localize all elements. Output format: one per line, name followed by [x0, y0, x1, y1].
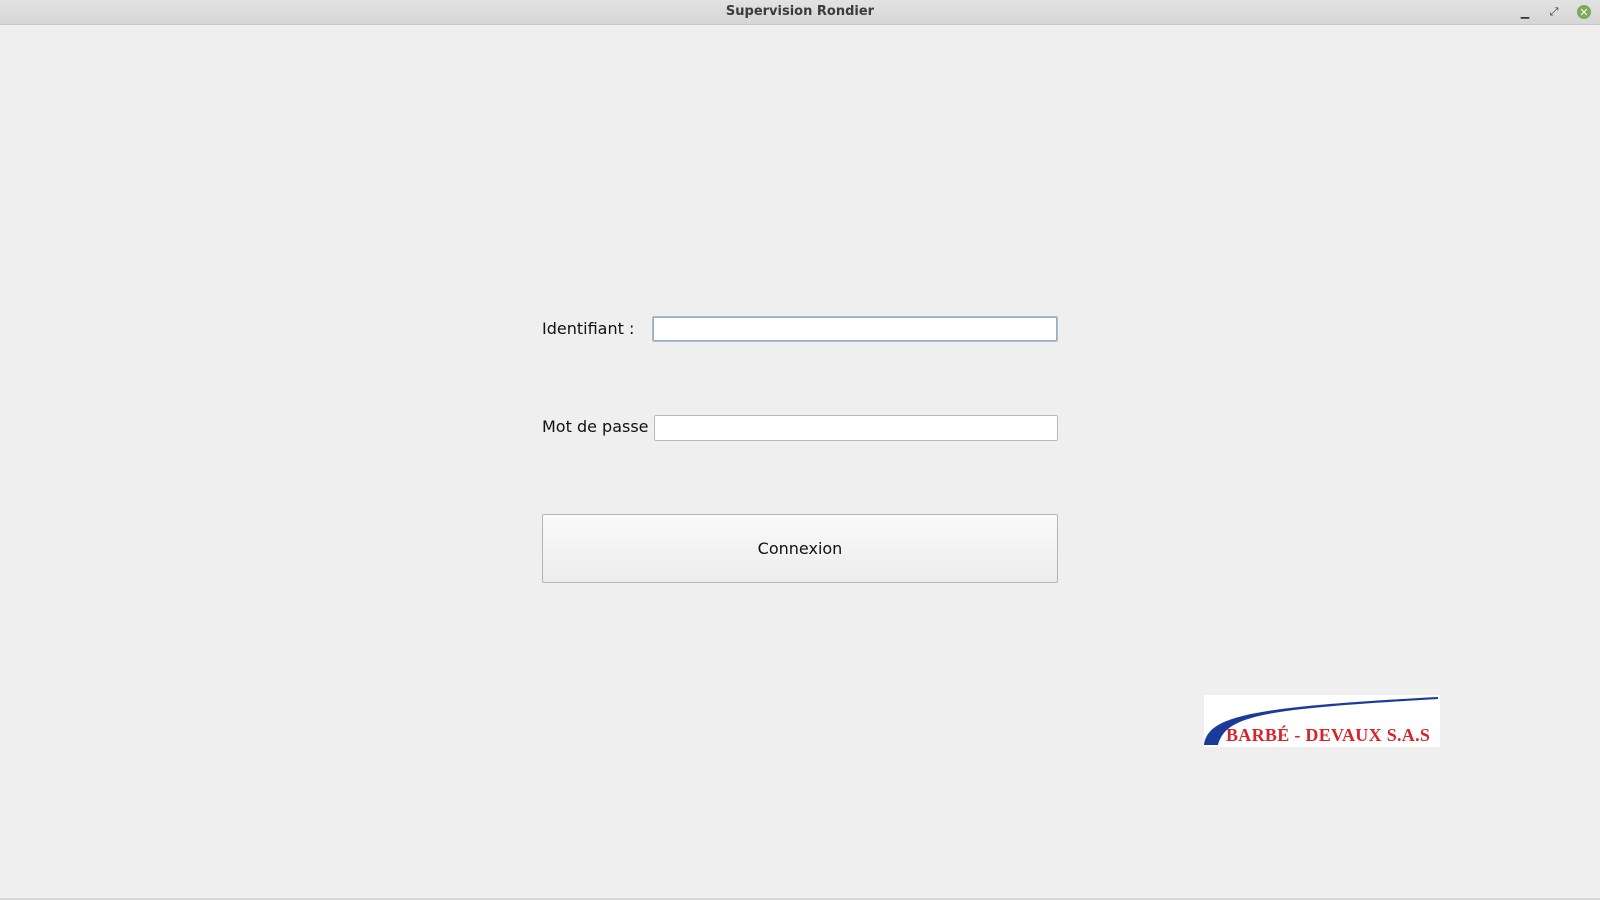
username-input[interactable] [652, 316, 1058, 342]
logo-text: BARBÉ - DEVAUX S.A.S [1226, 725, 1431, 745]
password-input[interactable] [654, 415, 1058, 441]
minimize-icon[interactable]: ▁ [1517, 4, 1533, 20]
close-icon[interactable]: ✕ [1577, 5, 1591, 19]
username-label: Identifiant : [542, 319, 635, 338]
connexion-button[interactable]: Connexion [542, 514, 1058, 583]
window-title: Supervision Rondier [725, 4, 875, 19]
maximize-icon[interactable]: ⤢ [1546, 4, 1562, 20]
window-titlebar[interactable]: Supervision Rondier ▁ ⤢ ✕ [0, 0, 1600, 25]
password-label: Mot de passe : [542, 417, 659, 436]
company-logo: BARBÉ - DEVAUX S.A.S [1204, 695, 1440, 747]
